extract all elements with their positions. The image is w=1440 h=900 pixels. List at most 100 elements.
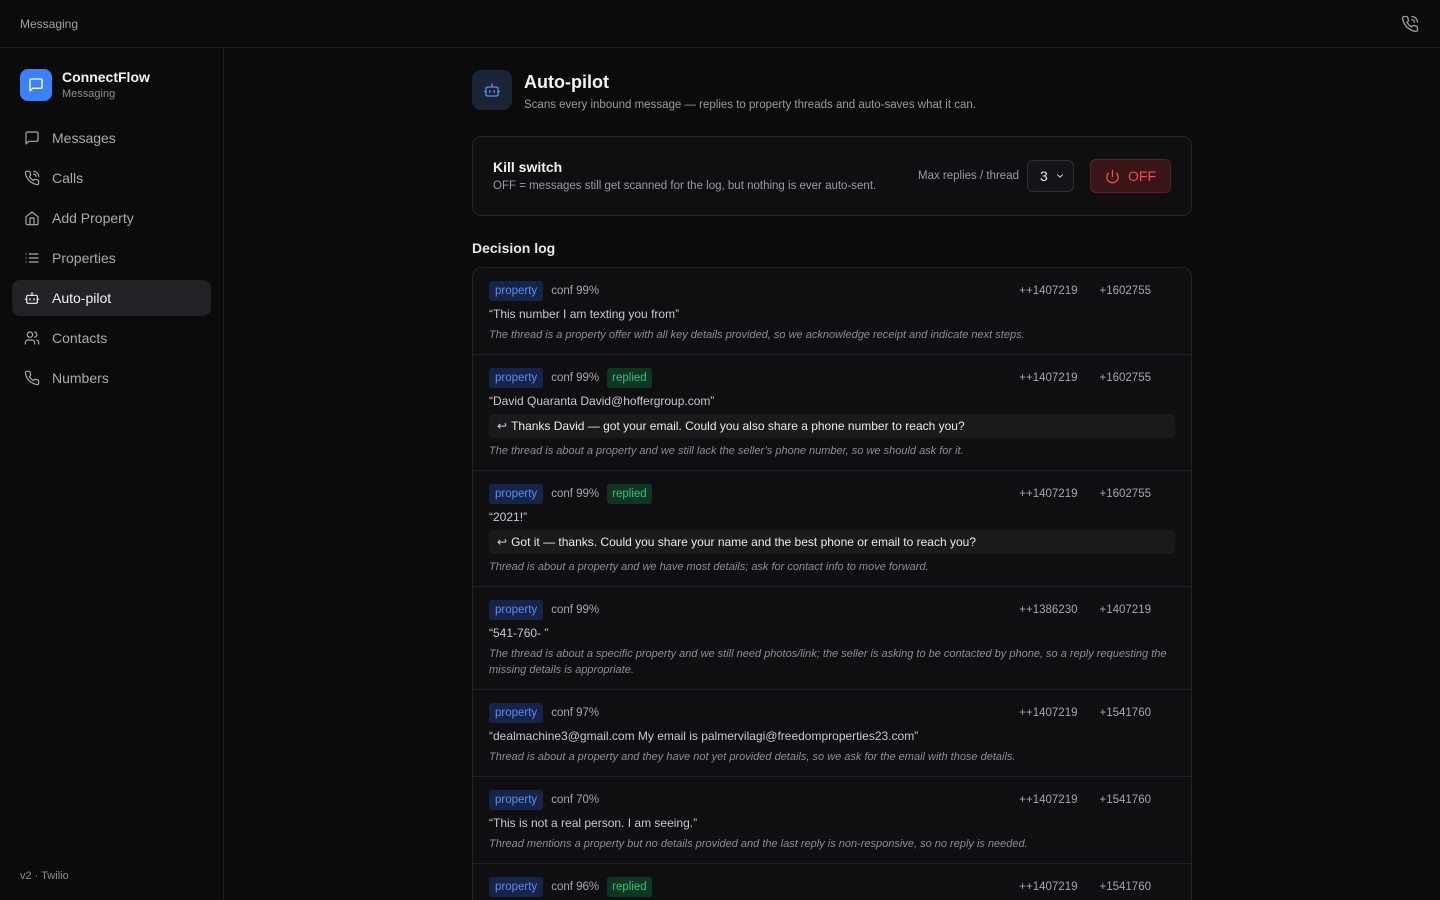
sidebar-item-label: Calls (52, 170, 84, 186)
to-number: +1541760 (1099, 794, 1152, 806)
topbar-title: Messaging (20, 16, 79, 31)
max-replies-select[interactable]: 3 (1027, 160, 1074, 192)
category-badge: property (489, 703, 544, 723)
reply-arrow-icon: ↩ (497, 535, 508, 549)
top-bar: Messaging (0, 0, 1440, 48)
sidebar-item-label: Messages (52, 130, 116, 146)
decision-reason: Thread mentions a property but no detail… (489, 838, 1028, 850)
decision-log-list: property conf 99% ++1407219 +1602755 “This n… (472, 267, 1192, 900)
max-replies-label: Max replies / thread (918, 170, 1019, 182)
phone-call-icon (24, 170, 40, 186)
auto-reply-text: Thanks David — got your email. Could you… (511, 419, 965, 433)
page-title: Auto-pilot (524, 72, 609, 92)
inbound-message-quote: “2021!” (489, 510, 528, 524)
version-label: v2 · Twilio (20, 870, 69, 882)
from-number: ++1386230 (1019, 604, 1078, 616)
users-icon (24, 331, 40, 345)
decision-reason: The thread is about a property and we st… (489, 445, 964, 457)
from-number: ++1407219 (1019, 707, 1078, 719)
category-badge: property (489, 368, 544, 388)
decision-reason: The thread is about a specific property … (489, 648, 1167, 676)
sidebar-item-properties[interactable]: Properties (12, 240, 211, 276)
category-badge: property (489, 877, 544, 897)
decision-reason: The thread is a property offer with all … (489, 329, 1025, 341)
phone-icon (24, 370, 40, 386)
log-entry[interactable]: property conf 70% ++1407219 +1541760 “This i… (473, 777, 1191, 864)
page-subtitle: Scans every inbound message — replies to… (524, 99, 976, 111)
from-number: ++1407219 (1019, 794, 1078, 806)
category-badge: property (489, 484, 544, 504)
decision-reason: Thread is about a property and they have… (489, 751, 1016, 763)
bot-icon (24, 292, 40, 304)
to-number: +1602755 (1099, 285, 1152, 297)
chat-bubble-icon (20, 69, 52, 101)
from-number: ++1407219 (1019, 285, 1078, 297)
sidebar: ConnectFlow Messaging Messages Calls Add… (0, 48, 224, 900)
from-number: ++1407219 (1019, 372, 1078, 384)
decision-log-title: Decision log (472, 240, 556, 256)
log-entry[interactable]: property conf 96% replied ++1407219 +1541760 (473, 864, 1191, 900)
to-number: +1541760 (1099, 707, 1152, 719)
inbound-message-quote: “dealmachine3@gmail.com My email is palm… (489, 729, 919, 743)
brand-subtitle: Messaging (62, 88, 116, 100)
sidebar-item-add-property[interactable]: Add Property (12, 200, 211, 236)
sidebar-item-calls[interactable]: Calls (12, 160, 211, 196)
kill-switch-state: OFF (1128, 168, 1156, 184)
confidence-label: conf 97% (551, 707, 600, 719)
confidence-label: conf 70% (551, 794, 600, 806)
sidebar-item-messages[interactable]: Messages (12, 120, 211, 156)
kill-switch-description: OFF = messages still get scanned for the… (493, 180, 877, 192)
inbound-message-quote: “541-760- ” (489, 626, 549, 640)
auto-reply-text: Got it — thanks. Could you share your na… (511, 535, 976, 549)
brand-name: ConnectFlow (62, 69, 150, 85)
confidence-label: conf 99% (551, 285, 600, 297)
reply-arrow-icon: ↩ (497, 419, 508, 433)
sidebar-item-label: Properties (52, 250, 116, 266)
kill-switch-toggle-button[interactable]: OFF (1090, 159, 1171, 193)
chevron-down-icon (1056, 174, 1064, 178)
replied-badge: replied (607, 877, 652, 897)
message-icon (25, 131, 39, 145)
log-entry[interactable]: property conf 99% replied ++1407219 +1602755… (473, 355, 1191, 471)
auto-reply-box: ↩ Thanks David — got your email. Could yo… (489, 414, 1175, 438)
log-entry[interactable]: property conf 99% ++1386230 +1407219 “541-76… (473, 587, 1191, 690)
home-icon (25, 211, 39, 226)
replied-badge: replied (607, 368, 652, 388)
replied-badge: replied (607, 484, 652, 504)
auto-reply-box: ↩ Got it — thanks. Could you share your n… (489, 530, 1175, 554)
confidence-label: conf 96% (551, 881, 600, 893)
from-number: ++1407219 (1019, 488, 1078, 500)
to-number: +1602755 (1099, 488, 1152, 500)
kill-switch-title: Kill switch (493, 159, 563, 175)
brand[interactable]: ConnectFlow Messaging (12, 68, 211, 102)
confidence-label: conf 99% (551, 372, 600, 384)
category-badge: property (489, 790, 544, 810)
phone-call-icon[interactable] (1400, 14, 1420, 34)
log-entry[interactable]: property conf 99% replied ++1407219 +1602755… (473, 471, 1191, 587)
sidebar-item-numbers[interactable]: Numbers (12, 360, 211, 396)
sidebar-item-label: Auto-pilot (52, 290, 112, 306)
sidebar-item-contacts[interactable]: Contacts (12, 320, 211, 356)
power-icon (1106, 169, 1119, 183)
confidence-label: conf 99% (551, 488, 600, 500)
decision-reason: Thread is about a property and we have m… (489, 561, 929, 573)
sidebar-item-auto-pilot[interactable]: Auto-pilot (12, 280, 211, 316)
max-replies-value: 3 (1040, 168, 1048, 184)
category-badge: property (489, 281, 544, 301)
kill-switch-card: Kill switch OFF = messages still get sca… (472, 136, 1192, 216)
list-icon (25, 253, 39, 263)
to-number: +1541760 (1099, 881, 1152, 893)
inbound-message-quote: “This is not a real person. I am seeing.… (489, 816, 698, 830)
main-content: Auto-pilot Scans every inbound message —… (472, 70, 1192, 900)
bot-icon (472, 70, 512, 110)
sidebar-item-label: Add Property (52, 210, 134, 226)
inbound-message-quote: “David Quaranta David@hoffergroup.com” (489, 394, 715, 408)
sidebar-item-label: Numbers (52, 370, 109, 386)
page-header: Auto-pilot Scans every inbound message —… (472, 70, 1192, 114)
log-entry[interactable]: property conf 99% ++1407219 +1602755 “This n… (473, 268, 1191, 355)
category-badge: property (489, 600, 544, 620)
inbound-message-quote: “This number I am texting you from” (489, 307, 680, 321)
confidence-label: conf 99% (551, 604, 600, 616)
from-number: ++1407219 (1019, 881, 1078, 893)
log-entry[interactable]: property conf 97% ++1407219 +1541760 “dealma… (473, 690, 1191, 777)
